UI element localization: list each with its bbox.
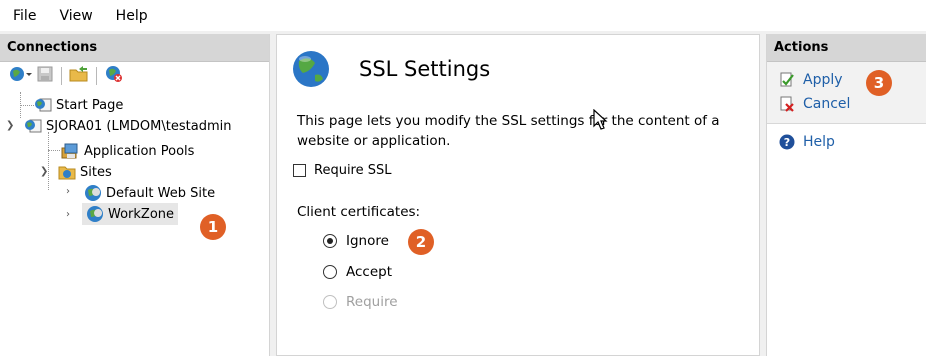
checkbox-box[interactable]: [293, 164, 306, 177]
ssl-globe-icon: [293, 51, 329, 87]
connections-tree: Start Page ❯ SJORA01 (LMDOM\testadmin Ap…: [0, 90, 269, 225]
radio-button[interactable]: [323, 265, 337, 279]
toolbar-separator: [96, 67, 97, 85]
mouse-cursor-icon: [593, 109, 608, 130]
connections-panel: Connections Start Page ❯ SJORA01 (LMDOM\…: [0, 34, 270, 356]
menu-view[interactable]: View: [59, 8, 92, 24]
apply-label: Apply: [803, 72, 843, 88]
actions-panel: Actions Apply Cancel ? Help: [766, 34, 926, 356]
radio-require: Require: [323, 294, 398, 310]
radio-require-label: Require: [346, 294, 398, 310]
step-badge-3: 3: [866, 70, 892, 96]
radio-accept-label: Accept: [346, 264, 393, 280]
connections-header: Connections: [0, 34, 269, 62]
cancel-label: Cancel: [803, 96, 851, 112]
help-icon: ?: [779, 134, 795, 150]
collapse-chevron-icon[interactable]: ❯: [6, 120, 14, 131]
toolbar-separator: [61, 67, 62, 85]
step-badge-2: 2: [408, 229, 434, 255]
apply-icon: [779, 72, 795, 88]
menu-file[interactable]: File: [13, 8, 36, 24]
tree-item-workzone[interactable]: WorkZone: [82, 203, 179, 225]
connections-toolbar: [0, 62, 269, 90]
cancel-action[interactable]: Cancel: [767, 92, 926, 116]
save-icon[interactable]: [36, 65, 54, 87]
ssl-settings-panel: SSL Settings This page lets you modify t…: [276, 34, 760, 356]
page-description: This page lets you modify the SSL settin…: [297, 113, 720, 149]
step-badge-1: 1: [200, 214, 226, 240]
disconnect-icon[interactable]: [104, 65, 124, 87]
require-ssl-label: Require SSL: [314, 163, 392, 178]
tree-line: [48, 150, 60, 151]
up-folder-icon[interactable]: [69, 65, 89, 87]
client-certificates-label: Client certificates:: [297, 204, 421, 220]
help-label: Help: [803, 134, 835, 150]
menu-bar: File View Help: [0, 0, 926, 31]
radio-ignore-label: Ignore: [346, 233, 389, 249]
help-action[interactable]: ? Help: [767, 130, 926, 154]
tree-item-server[interactable]: SJORA01 (LMDOM\testadmin: [24, 115, 231, 137]
radio-accept[interactable]: Accept: [323, 264, 392, 280]
start-page-icon: [35, 98, 52, 112]
tree-item-app-pools[interactable]: Application Pools: [60, 140, 194, 162]
cancel-icon: [779, 96, 795, 112]
actions-header: Actions: [767, 34, 926, 62]
tree-item-start-page[interactable]: Start Page: [34, 94, 123, 116]
radio-ignore[interactable]: Ignore: [323, 233, 389, 249]
tree-item-sites[interactable]: Sites: [58, 161, 112, 183]
website-globe-icon: [85, 185, 101, 201]
app-pools-icon: [61, 143, 78, 159]
require-ssl-checkbox[interactable]: Require SSL: [293, 163, 392, 178]
website-globe-icon: [87, 206, 103, 222]
tree-line: [20, 105, 34, 106]
tree-line: [48, 132, 49, 190]
apply-action[interactable]: Apply: [767, 68, 926, 92]
page-title: SSL Settings: [359, 57, 491, 81]
server-icon: [25, 119, 42, 133]
expand-chevron-icon[interactable]: ›: [66, 186, 70, 197]
collapse-chevron-icon[interactable]: ❯: [40, 166, 48, 177]
iis-manager-window: File View Help Connections Start Page ❯ …: [0, 0, 926, 356]
connect-globe-icon[interactable]: [9, 65, 33, 87]
sites-folder-icon: [58, 166, 76, 180]
radio-button: [323, 295, 337, 309]
menu-help[interactable]: Help: [116, 8, 148, 24]
expand-chevron-icon[interactable]: ›: [66, 209, 70, 220]
tree-item-default-site[interactable]: Default Web Site: [84, 182, 215, 204]
svg-text:?: ?: [784, 136, 790, 149]
actions-group: Apply Cancel: [767, 62, 926, 124]
radio-button[interactable]: [323, 234, 337, 248]
